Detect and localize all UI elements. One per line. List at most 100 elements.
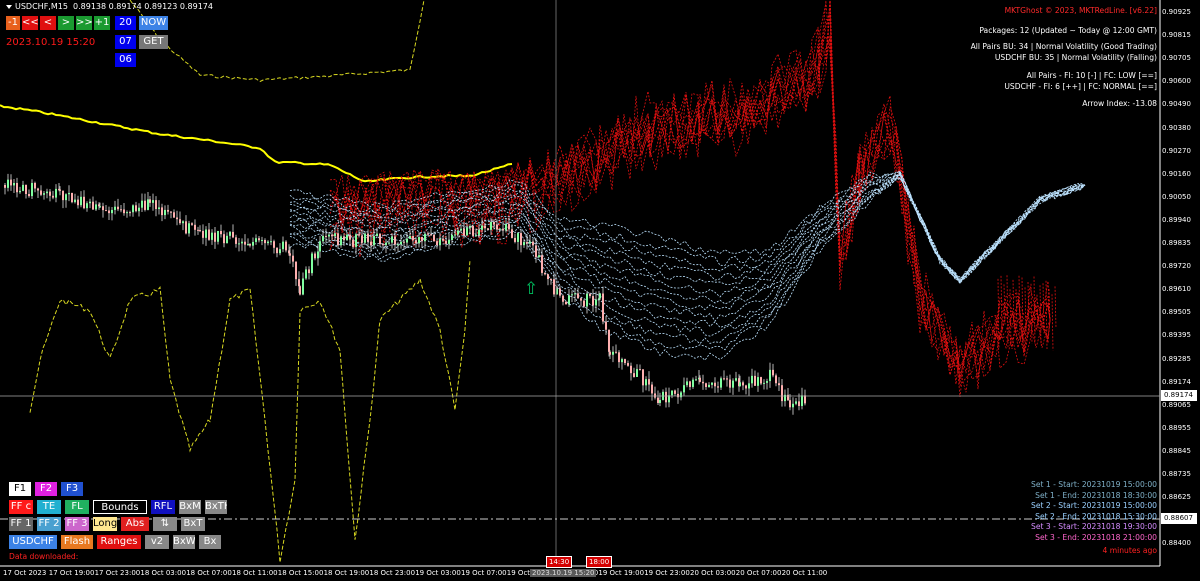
candle-body	[170, 211, 172, 213]
nav-button-7[interactable]: NOW	[139, 16, 168, 30]
candle-body	[16, 183, 18, 193]
candle-body	[630, 365, 632, 374]
candle-body	[120, 209, 122, 211]
candle-body	[358, 234, 360, 236]
nav-button-row3-0[interactable]: 06	[115, 53, 136, 67]
nav-button-row2-0[interactable]: 07	[115, 35, 136, 49]
candle-body	[285, 241, 287, 251]
candle-body	[723, 378, 725, 380]
candle-body	[99, 206, 101, 208]
panel-button-1-0[interactable]: FF c	[9, 500, 33, 514]
panel-button-1-4[interactable]: RFL	[151, 500, 175, 514]
blue-forecast-lines	[289, 170, 1086, 361]
nav-button-2[interactable]: <	[40, 16, 56, 30]
time-marker-2[interactable]: 18:00	[586, 556, 613, 568]
blue-forecast-line	[289, 172, 1086, 282]
candle-body	[114, 206, 116, 210]
panel-button-1-1[interactable]: TE	[37, 500, 61, 514]
candle-body	[415, 240, 417, 244]
nav-button-3[interactable]: >	[58, 16, 74, 30]
panel-button-2-4[interactable]: Abs	[121, 517, 149, 531]
candle-body	[232, 231, 234, 238]
panel-button-0-1[interactable]: F2	[35, 482, 57, 496]
candle-body	[391, 236, 393, 243]
candle-body	[252, 241, 254, 246]
time-tick-label: 19 Oct 23:00	[644, 569, 690, 577]
candle-body	[595, 299, 597, 306]
panel-button-1-3[interactable]: Bounds	[93, 500, 147, 514]
candle-body	[763, 382, 765, 384]
panel-button-2-6[interactable]: BxT	[181, 517, 205, 531]
panel-button-3-2[interactable]: Ranges	[97, 535, 141, 549]
candle-body	[211, 232, 213, 240]
nav-button-row2-1[interactable]: GET	[139, 35, 168, 49]
nav-button-5[interactable]: +1	[94, 16, 110, 30]
candle-body	[376, 233, 378, 237]
price-tick-label: 0.89940	[1162, 215, 1191, 224]
nav-button-6[interactable]: 20	[115, 16, 136, 30]
candle-body	[757, 377, 759, 386]
candle-body	[22, 184, 24, 191]
panel-button-2-1[interactable]: FF 2	[37, 517, 61, 531]
nav-button-4[interactable]: >>	[76, 16, 92, 30]
panel-button-1-6[interactable]: BxTH	[205, 500, 227, 514]
set-info-line: Set 1 - Start: 20231019 15:00:00	[1031, 480, 1157, 489]
candle-body	[261, 239, 263, 241]
candle-body	[433, 234, 435, 242]
candle-body	[62, 190, 64, 201]
candle-body	[496, 224, 498, 230]
panel-button-1-5[interactable]: BxM	[179, 500, 201, 514]
candle-body	[403, 241, 405, 243]
candle-body	[645, 379, 647, 386]
candle-body	[197, 229, 199, 231]
candle-body	[319, 241, 321, 252]
red-range-tick	[1045, 280, 1048, 350]
candle-body	[772, 369, 774, 376]
panel-button-2-0[interactable]: FF 1	[9, 517, 33, 531]
candle-body	[523, 242, 525, 246]
panel-button-2-2[interactable]: FF 3	[65, 517, 89, 531]
nav-button-0[interactable]: -1	[6, 16, 20, 30]
candle-body	[751, 375, 753, 384]
panel-button-3-5[interactable]: Bx	[199, 535, 221, 549]
candle-body	[238, 243, 240, 245]
candle-body	[665, 391, 667, 403]
candle-body	[792, 403, 794, 408]
red-forecast-lines	[329, 0, 1057, 398]
time-marker-1[interactable]: 14:30	[546, 556, 573, 568]
panel-button-0-2[interactable]: F3	[61, 482, 83, 496]
nav-button-1[interactable]: <<	[22, 16, 38, 30]
candle-body	[325, 235, 327, 237]
red-range-tick	[1018, 275, 1021, 340]
time-tick-label: 18 Oct 15:00	[277, 569, 324, 577]
chevron-down-icon[interactable]	[6, 4, 12, 9]
candle-body	[538, 255, 540, 258]
candle-body	[308, 269, 310, 274]
candle-body	[648, 379, 650, 385]
candle-body	[77, 199, 79, 206]
candle-body	[273, 241, 275, 248]
candle-body	[574, 293, 576, 295]
candle-body	[117, 206, 119, 210]
candle-body	[4, 185, 6, 188]
panel-button-3-1[interactable]: Flash	[61, 535, 93, 549]
panel-button-2-3[interactable]: Long	[93, 517, 117, 531]
candle-body	[499, 228, 501, 230]
set-info-line: Set 2 - Start: 20231019 15:00:00	[1031, 501, 1157, 510]
time-tick-label: 20 Oct 11:00	[781, 569, 828, 577]
candle-body	[34, 182, 36, 189]
candle-body	[535, 245, 537, 258]
candle-body	[31, 182, 33, 197]
panel-button-3-4[interactable]: BxW	[173, 535, 195, 549]
panel-button-3-3[interactable]: v2	[145, 535, 169, 549]
panel-button-3-0[interactable]: USDCHF	[9, 535, 57, 549]
candle-body	[427, 233, 429, 235]
candle-body	[217, 230, 219, 242]
axes	[0, 0, 1161, 567]
panel-button-0-0[interactable]: F1	[9, 482, 31, 496]
candle-body	[13, 183, 15, 186]
panel-button-2-5[interactable]: ⇅	[153, 517, 177, 531]
candle-body	[214, 232, 216, 242]
candle-body	[789, 400, 791, 408]
panel-button-1-2[interactable]: FL	[65, 500, 89, 514]
